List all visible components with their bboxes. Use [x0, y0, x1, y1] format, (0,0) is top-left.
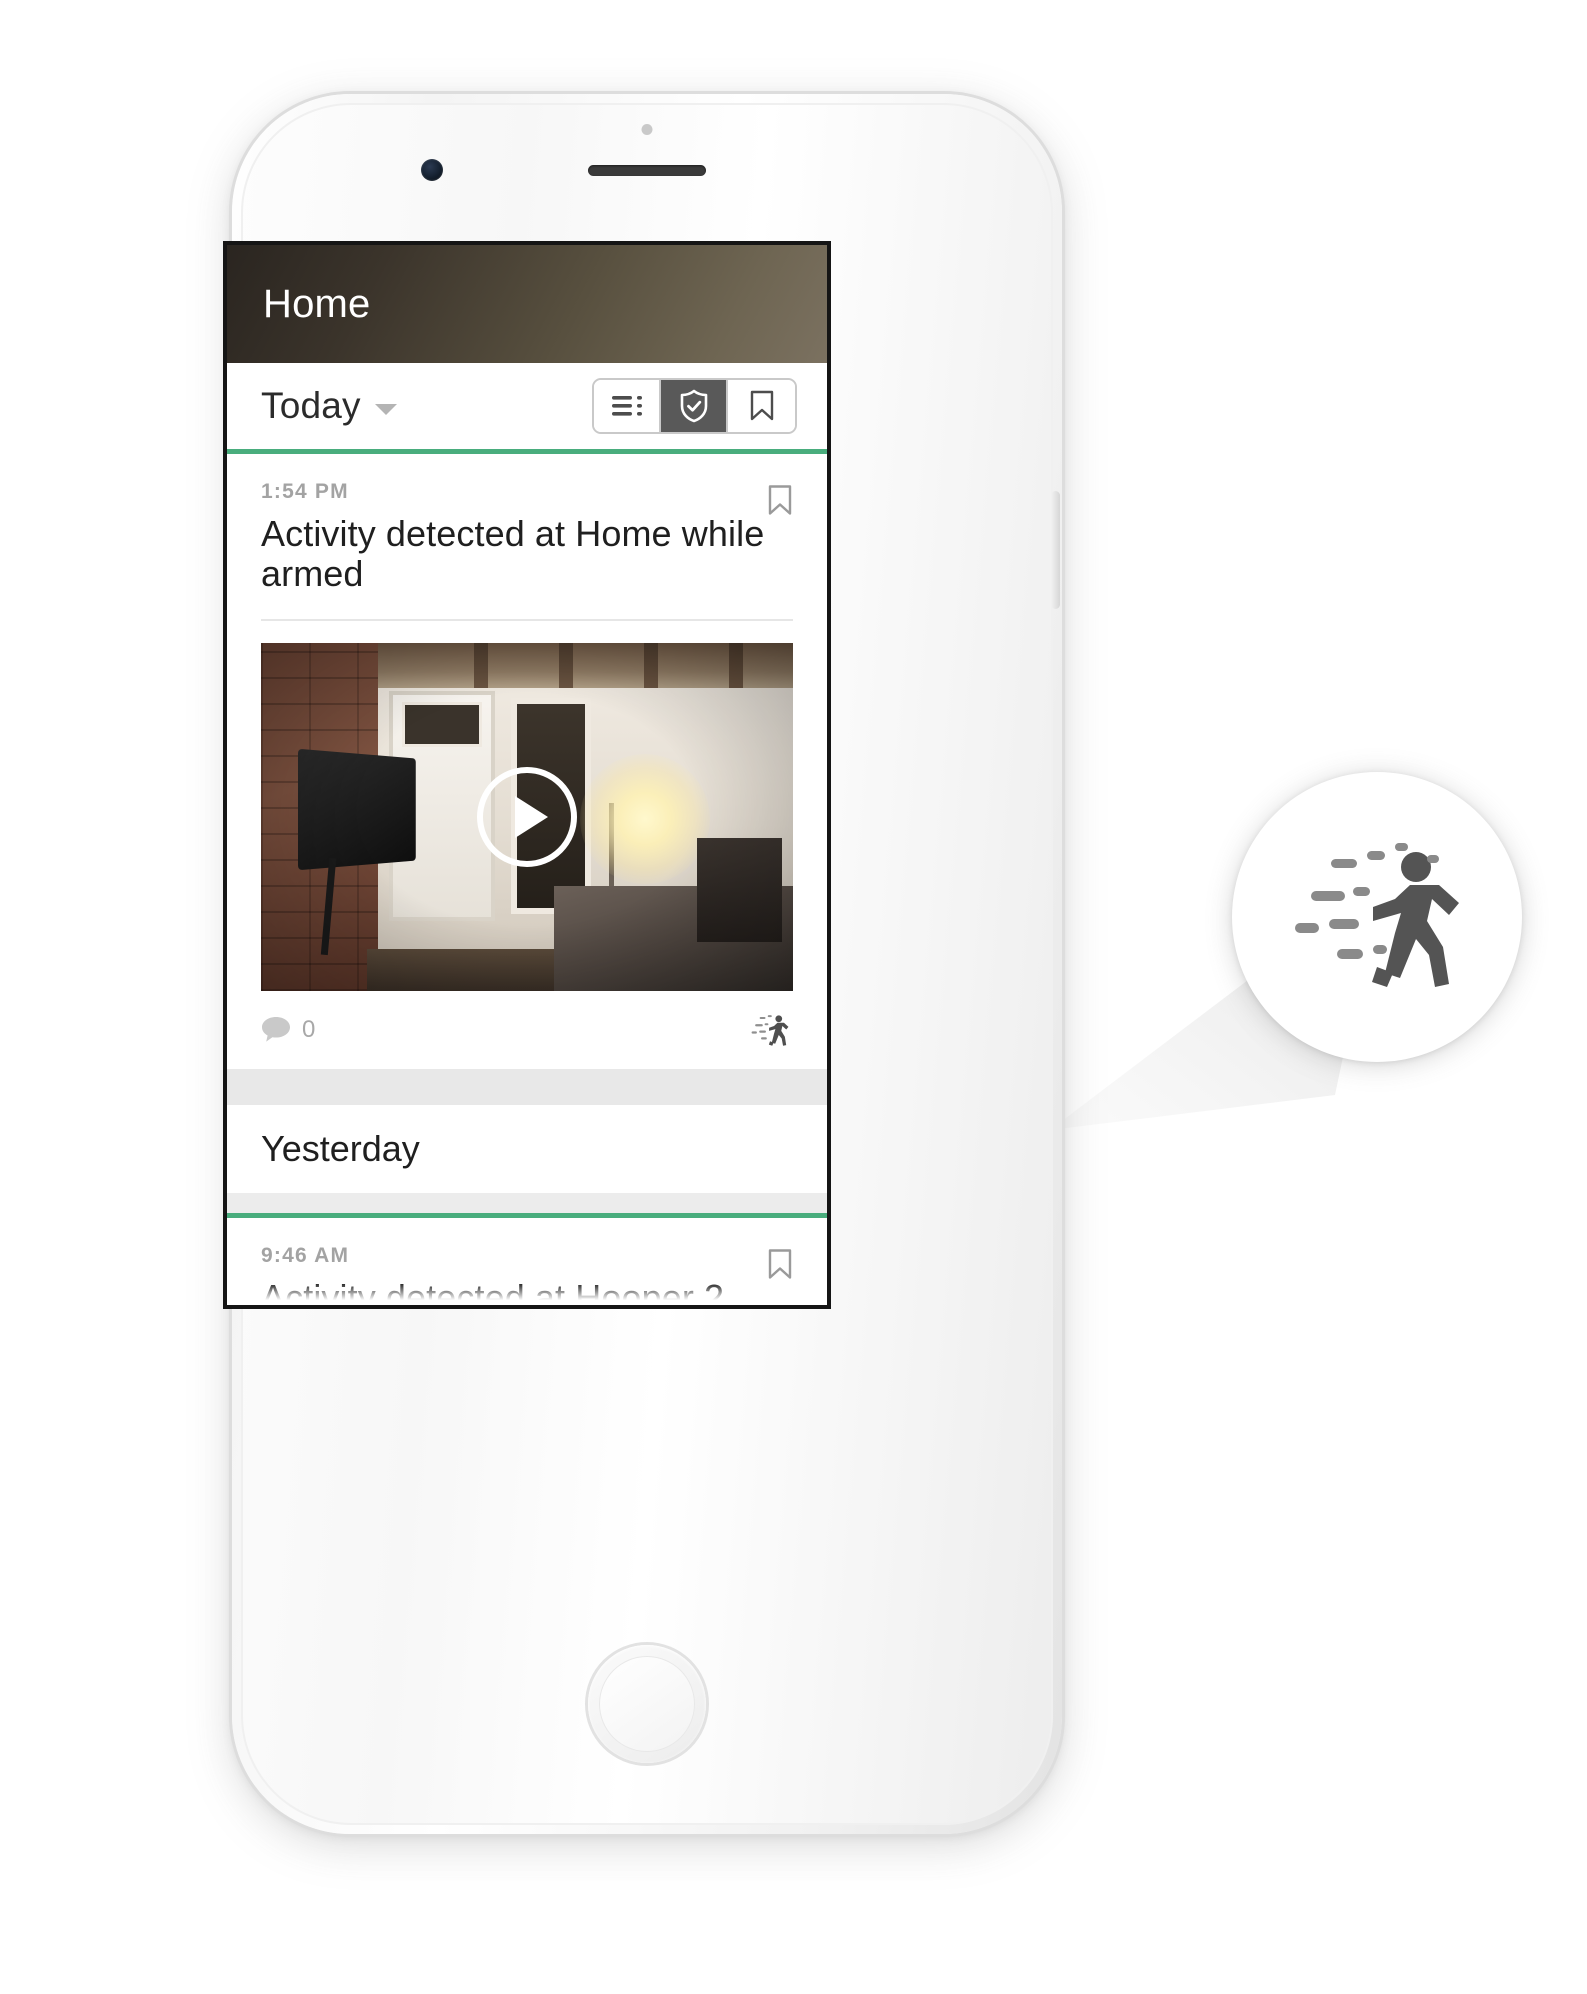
- play-button[interactable]: [477, 766, 577, 867]
- segment-security-view[interactable]: [661, 380, 728, 432]
- section-spacer: [227, 1068, 827, 1105]
- section-header-label: Yesterday: [261, 1127, 420, 1169]
- proximity-sensor: [641, 124, 653, 135]
- event-title: Activity detected at Home while armed: [261, 513, 765, 595]
- screenshot-stage: Home Today 1:54 PM Activity detected at …: [0, 0, 1587, 1994]
- segment-list-view[interactable]: [594, 380, 661, 432]
- motion-running-icon[interactable]: [747, 1012, 793, 1048]
- play-icon: [515, 795, 548, 838]
- timeline-section-header: Yesterday: [227, 1104, 827, 1193]
- view-mode-segmented-control: [592, 378, 797, 434]
- comment-count: 0: [302, 1015, 316, 1043]
- event-card-header: 9:46 AM Activity detected at Hooper 2 wh…: [261, 1218, 793, 1305]
- motion-running-icon: [1295, 843, 1459, 987]
- bookmark-icon[interactable]: [767, 1248, 793, 1281]
- iphone-device-mockup: Home Today 1:54 PM Activity detected at …: [227, 94, 1062, 1834]
- bookmark-icon: [750, 390, 773, 421]
- power-button[interactable]: [1051, 491, 1060, 609]
- timeline-event-card[interactable]: 1:54 PM Activity detected at Home while …: [227, 454, 827, 1069]
- bookmark-icon[interactable]: [767, 484, 793, 517]
- event-title: Activity detected at Hooper 2 while arme…: [261, 1276, 725, 1305]
- motion-callout-badge: [1232, 772, 1522, 1062]
- timeline-event-card[interactable]: 9:46 AM Activity detected at Hooper 2 wh…: [227, 1217, 827, 1305]
- list-icon: [611, 396, 642, 416]
- event-card-header: 1:54 PM Activity detected at Home while …: [261, 454, 793, 595]
- event-video-thumbnail[interactable]: [261, 642, 793, 991]
- front-camera: [421, 159, 443, 181]
- phone-screen: Home Today 1:54 PM Activity detected at …: [227, 245, 827, 1305]
- date-filter-label: Today: [261, 385, 361, 426]
- date-filter-dropdown[interactable]: Today: [261, 385, 397, 427]
- page-title: Home: [263, 281, 371, 326]
- event-card-footer: 0: [261, 991, 793, 1069]
- comment-bubble-icon: [262, 1017, 290, 1042]
- section-spacer: [227, 1192, 827, 1213]
- event-timestamp: 9:46 AM: [261, 1243, 350, 1267]
- shield-check-icon: [680, 389, 707, 423]
- phone-bezel: Home Today 1:54 PM Activity detected at …: [227, 103, 1060, 1825]
- event-timestamp: 1:54 PM: [261, 480, 349, 503]
- segment-saved-view[interactable]: [728, 380, 795, 432]
- app-header: Home: [227, 245, 827, 363]
- earpiece-speaker: [588, 165, 706, 176]
- comments-button[interactable]: 0: [261, 1016, 315, 1044]
- card-divider: [261, 618, 793, 621]
- home-button[interactable]: [588, 1645, 706, 1763]
- filter-bar: Today: [227, 363, 827, 449]
- app-viewport: Home Today 1:54 PM Activity detected at …: [227, 245, 827, 1305]
- chevron-down-icon: [374, 403, 397, 415]
